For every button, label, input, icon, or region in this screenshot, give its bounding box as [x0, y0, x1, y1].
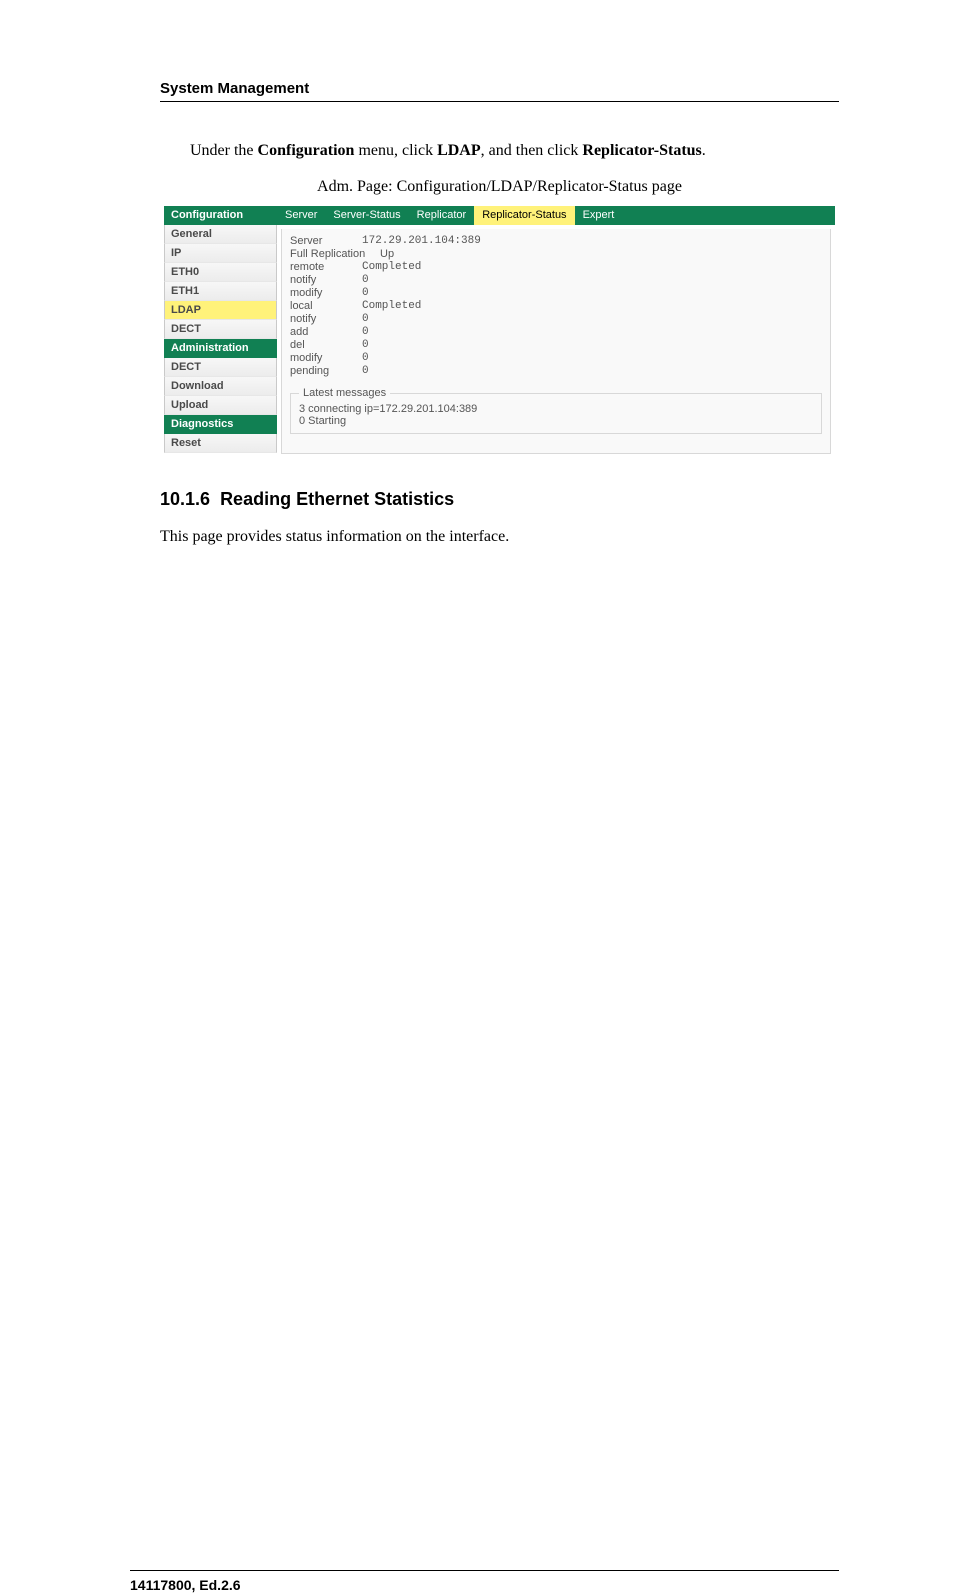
text: Under the [190, 142, 258, 159]
footer-rule [130, 1570, 839, 1571]
status-row: Full ReplicationUp [290, 248, 822, 260]
status-value: Up [380, 248, 394, 260]
sidebar-item-eth0[interactable]: ETH0 [164, 263, 277, 282]
sidebar-item-dect[interactable]: DECT [164, 320, 277, 339]
status-row: remoteCompleted [290, 261, 822, 273]
status-row: modify0 [290, 287, 822, 299]
text: , and then click [481, 142, 583, 159]
sidebar-item-general[interactable]: General [164, 225, 277, 244]
tab-server[interactable]: Server [277, 206, 325, 225]
sidebar-item-dect-admin[interactable]: DECT [164, 358, 277, 377]
status-key: remote [290, 261, 362, 273]
tab-replicator[interactable]: Replicator [409, 206, 475, 225]
sidebar-item-upload[interactable]: Upload [164, 396, 277, 415]
status-value: 0 [362, 287, 369, 299]
sidebar-item-ldap[interactable]: LDAP [164, 301, 277, 320]
status-key: local [290, 300, 362, 312]
status-value: 0 [362, 313, 369, 325]
status-value: Completed [362, 300, 421, 312]
subsection-title: Reading Ethernet Statistics [220, 489, 454, 509]
sidebar-group-diagnostics: Diagnostics [164, 415, 277, 434]
sidebar-group-administration: Administration [164, 339, 277, 358]
status-row: pending0 [290, 365, 822, 377]
sidebar: Configuration General IP ETH0 ETH1 LDAP … [164, 206, 277, 454]
header-rule [160, 101, 839, 102]
tab-expert[interactable]: Expert [575, 206, 623, 225]
document-id: 14117800, Ed.2.6 [130, 1577, 839, 1593]
text: menu, click [354, 142, 437, 159]
status-key: Full Replication [290, 248, 380, 260]
status-key: Server [290, 235, 362, 247]
status-key: modify [290, 352, 362, 364]
subsection-body: This page provides status information on… [160, 528, 839, 546]
status-value: 0 [362, 326, 369, 338]
instruction-line: Under the Configuration menu, click LDAP… [190, 142, 839, 160]
status-value: 0 [362, 339, 369, 351]
sidebar-item-reset[interactable]: Reset [164, 434, 277, 453]
status-value: 172.29.201.104:389 [362, 235, 481, 247]
message-line: 3 connecting ip=172.29.201.104:389 [299, 403, 813, 415]
subsection-number: 10.1.6 [160, 489, 210, 509]
content-panel: Server172.29.201.104:389 Full Replicatio… [281, 229, 831, 454]
status-value: Completed [362, 261, 421, 273]
status-key: notify [290, 274, 362, 286]
status-row: notify0 [290, 313, 822, 325]
status-key: del [290, 339, 362, 351]
tab-bar: Server Server-Status Replicator Replicat… [277, 206, 835, 225]
status-row: Server172.29.201.104:389 [290, 235, 822, 247]
menu-item-replicator-status: Replicator-Status [582, 142, 701, 159]
status-key: pending [290, 365, 362, 377]
sidebar-item-ip[interactable]: IP [164, 244, 277, 263]
status-key: add [290, 326, 362, 338]
section-title: System Management [160, 80, 839, 97]
tab-replicator-status[interactable]: Replicator-Status [474, 206, 574, 225]
status-row: add0 [290, 326, 822, 338]
status-row: del0 [290, 339, 822, 351]
figure-caption: Adm. Page: Configuration/LDAP/Replicator… [160, 178, 839, 196]
status-value: 0 [362, 274, 369, 286]
status-row: localCompleted [290, 300, 822, 312]
admin-page-screenshot: Configuration General IP ETH0 ETH1 LDAP … [164, 206, 835, 454]
sidebar-group-configuration: Configuration [164, 206, 277, 225]
latest-messages-legend: Latest messages [299, 387, 390, 399]
status-row: modify0 [290, 352, 822, 364]
latest-messages-box: Latest messages 3 connecting ip=172.29.2… [290, 387, 822, 434]
main-panel: Server Server-Status Replicator Replicat… [277, 206, 835, 454]
status-row: notify0 [290, 274, 822, 286]
subsection-heading: 10.1.6 Reading Ethernet Statistics [160, 489, 839, 510]
menu-name: Configuration [258, 142, 355, 159]
sidebar-item-eth1[interactable]: ETH1 [164, 282, 277, 301]
tab-server-status[interactable]: Server-Status [325, 206, 408, 225]
status-value: 0 [362, 365, 369, 377]
sidebar-item-download[interactable]: Download [164, 377, 277, 396]
status-key: modify [290, 287, 362, 299]
status-key: notify [290, 313, 362, 325]
status-value: 0 [362, 352, 369, 364]
menu-item-ldap: LDAP [437, 142, 481, 159]
text: . [702, 142, 706, 159]
message-line: 0 Starting [299, 415, 813, 427]
